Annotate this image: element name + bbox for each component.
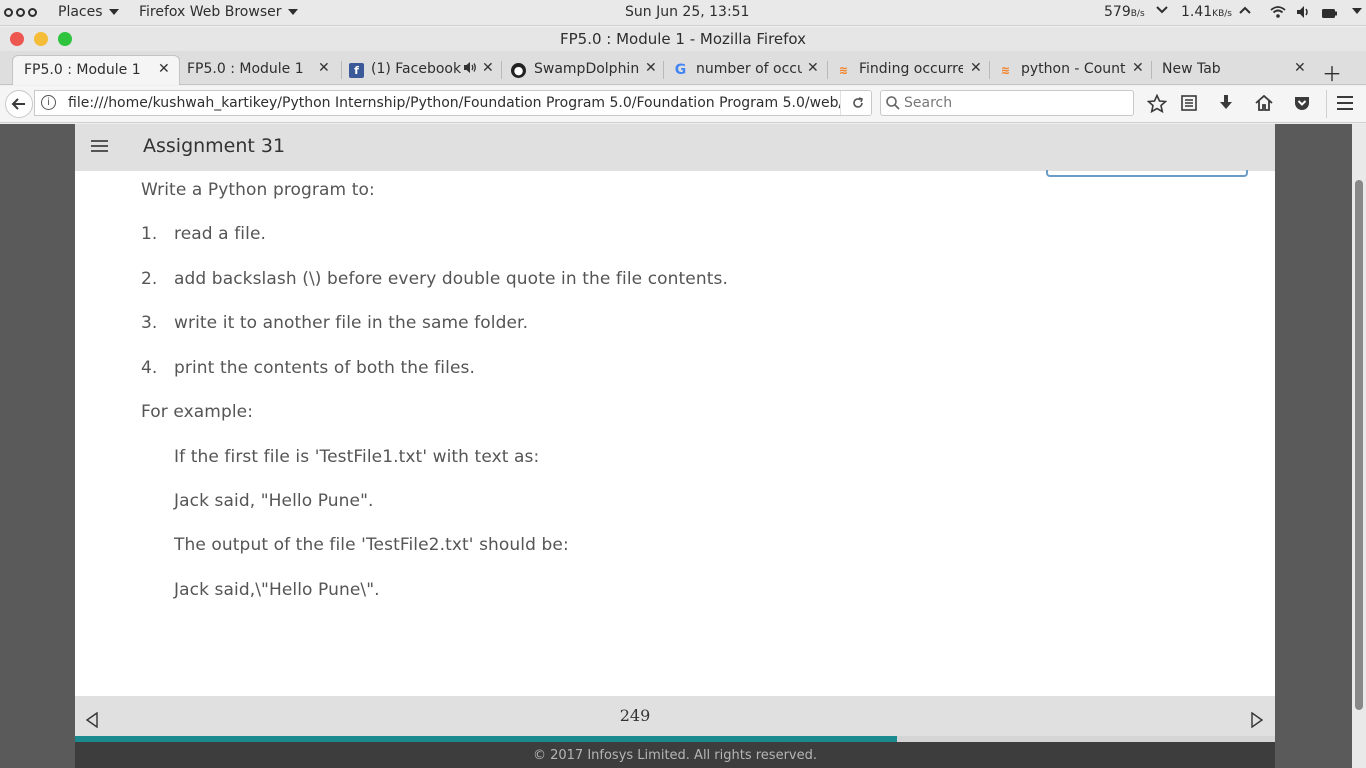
up-arrow-icon bbox=[1238, 3, 1252, 21]
net-down-speed: 579B/s bbox=[1104, 4, 1145, 20]
net-up-value: 1.41 bbox=[1181, 4, 1213, 20]
step-number: 4. bbox=[141, 358, 158, 378]
places-menu-label: Places bbox=[58, 4, 103, 20]
home-icon[interactable] bbox=[1255, 94, 1273, 116]
tab-strip: FP5.0 : Module 1 ✕ FP5.0 : Module 1 ✕ f … bbox=[0, 51, 1366, 85]
page-scrollbar[interactable] bbox=[1352, 124, 1366, 768]
tab-label: FP5.0 : Module 1 bbox=[187, 61, 304, 77]
bookmark-star-icon[interactable] bbox=[1146, 93, 1168, 118]
web-content: Assignment 31 Write a Python program to:… bbox=[0, 124, 1352, 768]
stackoverflow-icon: ≋ bbox=[1000, 64, 1011, 77]
page-navigation: 249 bbox=[75, 696, 1275, 736]
down-arrow-icon bbox=[1155, 3, 1169, 21]
tab-stackoverflow-python[interactable]: ≋ python - Count ✕ bbox=[990, 55, 1150, 85]
hamburger-menu-icon[interactable] bbox=[1336, 95, 1354, 115]
tab-new-tab[interactable]: New Tab ✕ bbox=[1152, 55, 1312, 85]
tab-label: Finding occurren bbox=[859, 61, 963, 77]
system-top-bar: Places Firefox Web Browser Sun Jun 25, 1… bbox=[0, 0, 1366, 26]
system-menu[interactable] bbox=[1346, 3, 1362, 19]
next-page-button[interactable] bbox=[1250, 711, 1264, 732]
speaker-icon[interactable] bbox=[463, 61, 477, 78]
facebook-icon: f bbox=[349, 63, 364, 78]
hamburger-menu-icon[interactable] bbox=[91, 140, 108, 153]
step-text: print the contents of both the files. bbox=[174, 358, 475, 378]
tab-label: python - Count bbox=[1021, 61, 1126, 77]
search-bar[interactable]: Search bbox=[880, 90, 1134, 116]
chevron-down-icon bbox=[287, 9, 298, 15]
tab-facebook[interactable]: f (1) Facebook ✕ bbox=[342, 55, 500, 85]
toolbar-divider bbox=[1326, 90, 1327, 118]
volume-icon[interactable] bbox=[1296, 5, 1312, 23]
activities-dots-icon[interactable] bbox=[4, 8, 37, 17]
tab-label: number of occur bbox=[696, 61, 802, 77]
tab-github[interactable]: ● SwampDolphin9 ✕ bbox=[502, 55, 662, 85]
copyright-footer: © 2017 Infosys Limited. All rights reser… bbox=[75, 742, 1275, 768]
step-text: write it to another file in the same fol… bbox=[174, 313, 529, 333]
close-tab-icon[interactable]: ✕ bbox=[318, 60, 330, 76]
step-number: 2. bbox=[141, 269, 158, 289]
url-text: file:///home/kushwah_kartikey/Python Int… bbox=[68, 95, 872, 111]
close-tab-icon[interactable]: ✕ bbox=[158, 61, 170, 77]
chevron-down-icon bbox=[1352, 8, 1362, 14]
stackoverflow-icon: ≋ bbox=[838, 64, 849, 77]
net-up-unit: KB/s bbox=[1212, 9, 1232, 19]
reload-button[interactable] bbox=[840, 91, 871, 115]
url-bar[interactable]: i file:///home/kushwah_kartikey/Python I… bbox=[34, 90, 872, 116]
example-line: The output of the file 'TestFile2.txt' s… bbox=[174, 535, 569, 555]
tab-label: (1) Facebook bbox=[371, 61, 462, 77]
new-tab-button[interactable]: ＋ bbox=[1322, 53, 1344, 83]
step-number: 1. bbox=[141, 224, 158, 244]
net-down-unit: B/s bbox=[1130, 9, 1145, 19]
places-menu[interactable]: Places bbox=[58, 4, 119, 20]
example-heading: For example: bbox=[141, 402, 254, 422]
chevron-down-icon bbox=[108, 9, 119, 15]
reading-list-icon[interactable] bbox=[1180, 94, 1198, 116]
course-page: Assignment 31 Write a Python program to:… bbox=[75, 124, 1275, 696]
tab-fp5-module-1[interactable]: FP5.0 : Module 1 ✕ bbox=[180, 55, 340, 85]
search-placeholder: Search bbox=[904, 95, 953, 111]
info-icon[interactable]: i bbox=[41, 95, 56, 110]
navigation-bar: i file:///home/kushwah_kartikey/Python I… bbox=[0, 86, 1366, 123]
page-number: 249 bbox=[619, 706, 651, 725]
header-dropdown-box[interactable] bbox=[1046, 170, 1248, 177]
example-line: Jack said,\"Hello Pune\". bbox=[174, 580, 380, 600]
net-down-value: 579 bbox=[1104, 4, 1131, 20]
intro-text: Write a Python program to: bbox=[141, 180, 375, 200]
step-text: add backslash (\) before every double qu… bbox=[174, 269, 728, 289]
app-menu-label: Firefox Web Browser bbox=[139, 4, 282, 20]
google-icon: G bbox=[674, 62, 687, 78]
window-title-bar: FP5.0 : Module 1 - Mozilla Firefox bbox=[0, 27, 1366, 51]
tab-fp5-module-1-active[interactable]: FP5.0 : Module 1 ✕ bbox=[12, 55, 180, 85]
downloads-icon[interactable] bbox=[1217, 94, 1235, 116]
close-tab-icon[interactable]: ✕ bbox=[482, 60, 494, 76]
tab-google-search[interactable]: G number of occur ✕ bbox=[664, 55, 826, 85]
close-tab-icon[interactable]: ✕ bbox=[1132, 60, 1144, 76]
pocket-icon[interactable] bbox=[1293, 94, 1311, 116]
clock[interactable]: Sun Jun 25, 13:51 bbox=[625, 4, 749, 20]
wifi-icon[interactable] bbox=[1270, 5, 1286, 23]
window-title: FP5.0 : Module 1 - Mozilla Firefox bbox=[559, 30, 807, 48]
page-title: Assignment 31 bbox=[143, 135, 286, 157]
close-tab-icon[interactable]: ✕ bbox=[807, 60, 819, 76]
step-number: 3. bbox=[141, 313, 158, 333]
close-tab-icon[interactable]: ✕ bbox=[970, 60, 982, 76]
battery-icon[interactable] bbox=[1322, 7, 1338, 23]
search-icon bbox=[886, 96, 900, 110]
github-icon: ● bbox=[511, 63, 526, 78]
back-button[interactable] bbox=[5, 90, 33, 118]
app-menu[interactable]: Firefox Web Browser bbox=[139, 4, 298, 20]
example-line: Jack said, "Hello Pune". bbox=[174, 491, 374, 511]
close-tab-icon[interactable]: ✕ bbox=[645, 60, 657, 76]
close-tab-icon[interactable]: ✕ bbox=[1294, 60, 1306, 76]
step-text: read a file. bbox=[174, 224, 267, 244]
tab-label: FP5.0 : Module 1 bbox=[24, 62, 141, 78]
tab-label: SwampDolphin9 bbox=[534, 61, 639, 77]
course-header: Assignment 31 bbox=[75, 124, 1275, 171]
example-line: If the first file is 'TestFile1.txt' wit… bbox=[174, 447, 540, 467]
tab-stackoverflow-finding[interactable]: ≋ Finding occurren ✕ bbox=[828, 55, 988, 85]
net-up-speed: 1.41KB/s bbox=[1181, 4, 1232, 20]
tab-label: New Tab bbox=[1162, 61, 1221, 77]
scrollbar-thumb[interactable] bbox=[1355, 180, 1363, 710]
